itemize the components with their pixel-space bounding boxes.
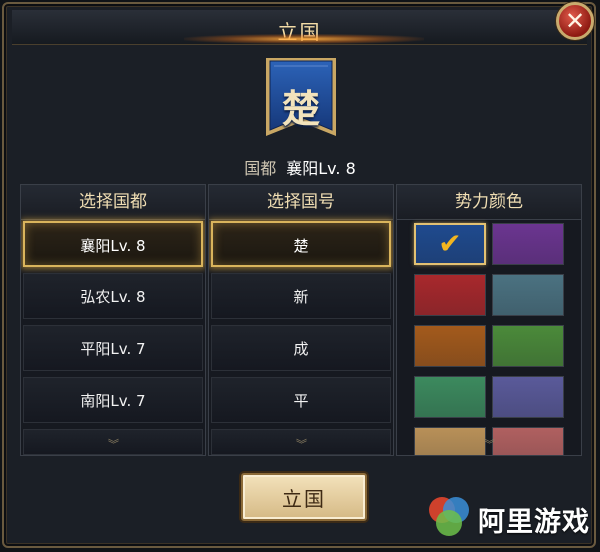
- close-icon: ✕: [564, 7, 586, 35]
- capital-option[interactable]: 平阳Lv. 7: [23, 325, 203, 371]
- nation-name-header: 选择国号: [209, 185, 393, 220]
- faction-color-header: 势力颜色: [397, 185, 581, 220]
- capital-info: 国都 襄阳Lv. 8: [0, 155, 600, 179]
- title-glow-decoration: [184, 34, 424, 44]
- color-swatch[interactable]: ✔: [414, 223, 486, 265]
- aligames-logo-icon: [426, 492, 472, 538]
- chevron-double-down-icon[interactable]: ︾: [209, 439, 393, 450]
- nation-banner: 楚: [262, 56, 340, 148]
- nation-name-option[interactable]: 楚: [211, 221, 391, 267]
- capital-list-panel: 选择国都 襄阳Lv. 8 弘农Lv. 8 平阳Lv. 7 南阳Lv. 7 ︾: [20, 184, 206, 456]
- capital-value: 襄阳Lv. 8: [286, 159, 356, 178]
- nation-name-option[interactable]: 成: [211, 325, 391, 371]
- nation-name-panel: 选择国号 楚 新 成 平 ︾: [208, 184, 394, 456]
- nation-name-option[interactable]: 新: [211, 273, 391, 319]
- capital-option[interactable]: 南阳Lv. 7: [23, 377, 203, 423]
- color-swatch[interactable]: [414, 376, 486, 418]
- color-swatch[interactable]: [492, 274, 564, 316]
- chevron-double-down-icon[interactable]: ︾: [397, 439, 581, 450]
- found-nation-button-label: 立国: [282, 486, 326, 511]
- color-swatch[interactable]: [492, 223, 564, 265]
- banner-character: 楚: [281, 86, 320, 131]
- capital-label: 国都: [244, 159, 277, 178]
- chevron-double-down-icon[interactable]: ︾: [21, 439, 205, 450]
- color-swatch[interactable]: [492, 376, 564, 418]
- color-swatch[interactable]: [492, 325, 564, 367]
- nation-name-option[interactable]: 平: [211, 377, 391, 423]
- capital-option[interactable]: 弘农Lv. 8: [23, 273, 203, 319]
- faction-color-panel: 势力颜色 ✔ ︾: [396, 184, 582, 456]
- watermark-text: 阿里游戏: [478, 507, 590, 538]
- found-nation-button[interactable]: 立国: [241, 473, 367, 521]
- checkmark-icon: ✔: [438, 227, 462, 260]
- color-swatch[interactable]: [414, 325, 486, 367]
- color-swatch[interactable]: [414, 274, 486, 316]
- close-button[interactable]: ✕: [556, 2, 594, 40]
- capital-list-header: 选择国都: [21, 185, 205, 220]
- capital-option[interactable]: 襄阳Lv. 8: [23, 221, 203, 267]
